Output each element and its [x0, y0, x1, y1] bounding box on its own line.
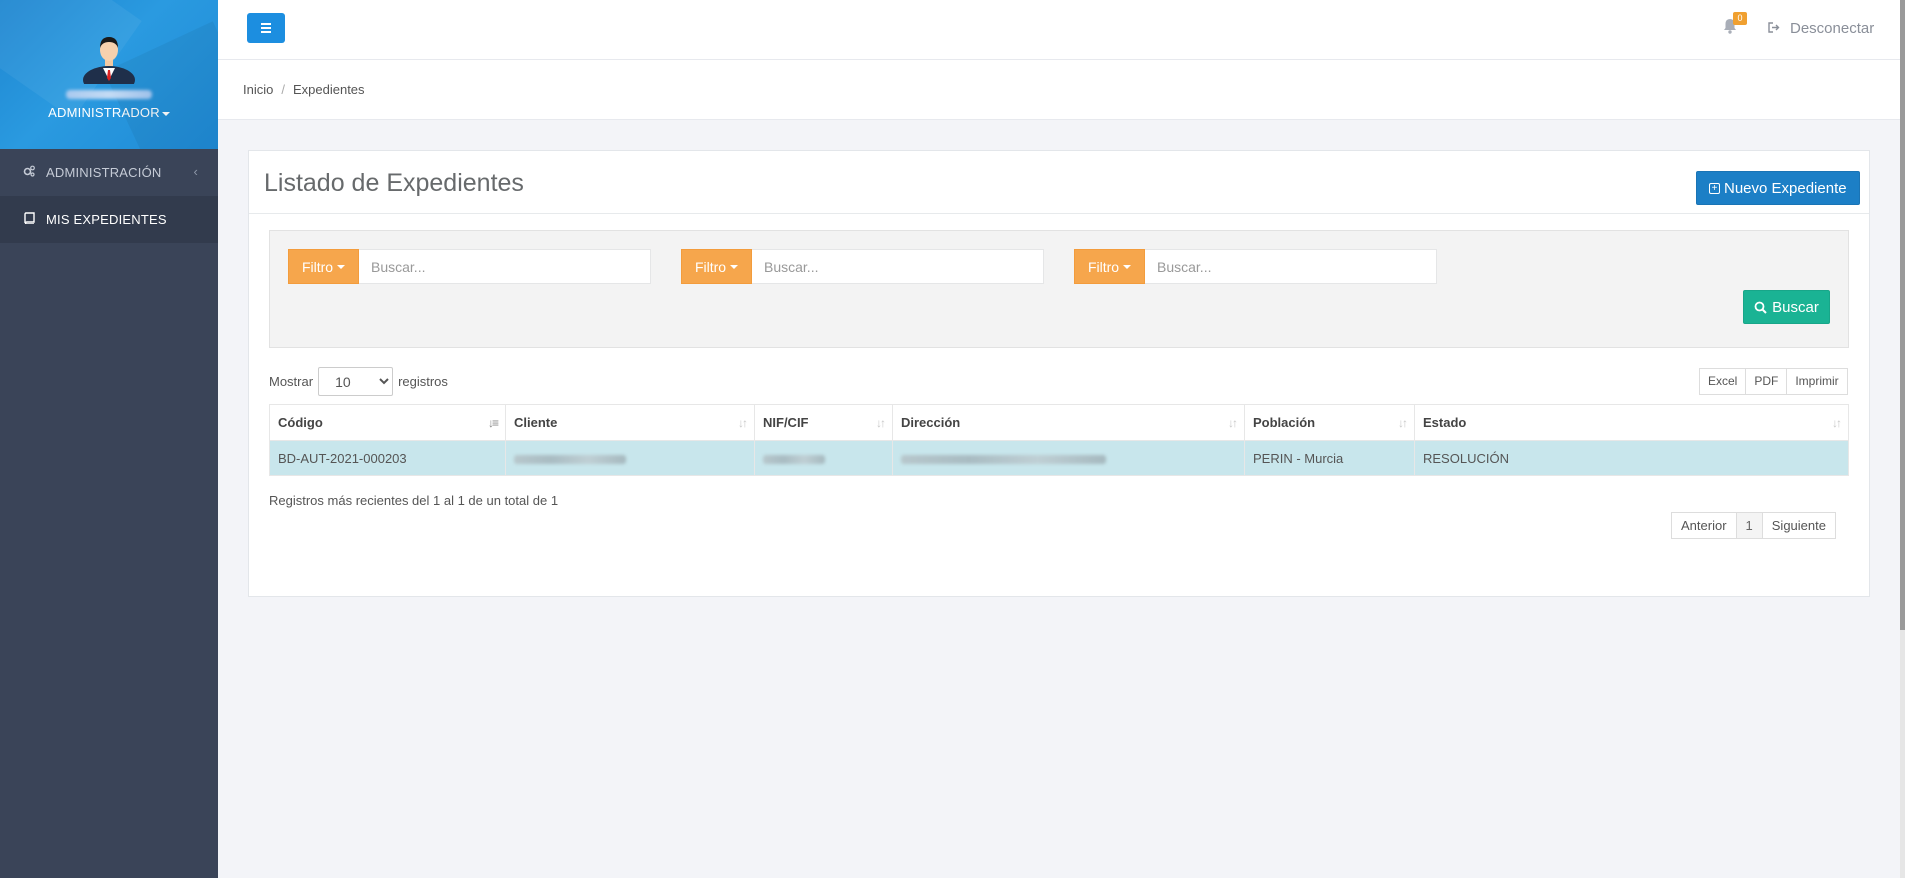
table-header-row: Código ↓≡ Cliente ↓↑ NIF/CIF ↓↑ Dirección ↓↑… [269, 404, 1849, 441]
sign-out-icon [1768, 21, 1780, 36]
chevron-left-icon: ‹ [193, 164, 198, 179]
filter-dropdown-button[interactable]: Filtro [288, 249, 359, 284]
expedientes-panel: Listado de Expedientes + Nuevo Expedient… [248, 150, 1870, 597]
filter-group-2: Filtro [681, 249, 1044, 284]
cell-cliente-redacted [505, 440, 755, 476]
profile-panel: ADMINISTRADOR [0, 0, 218, 149]
pagination: Anterior 1 Siguiente [1671, 512, 1836, 539]
sort-desc-icon: ↓≡ [487, 416, 499, 430]
table-row[interactable]: BD-AUT-2021-000203 PERIN - Murcia RESOLU… [269, 440, 1849, 476]
new-expediente-button[interactable]: + Nuevo Expediente [1696, 171, 1860, 205]
sidebar-item-mis-expedientes[interactable]: MIS EXPEDIENTES [0, 196, 218, 243]
sidebar-item-administracion[interactable]: ADMINISTRACIÓN ‹ [0, 149, 218, 196]
sort-icon: ↓↑ [1398, 416, 1408, 430]
filter-panel: Filtro Filtro Filtro Buscar [269, 230, 1849, 348]
username-redacted [66, 90, 152, 99]
search-input[interactable] [1145, 249, 1437, 284]
caret-down-icon [337, 264, 346, 269]
logout-label: Desconectar [1790, 20, 1875, 37]
sort-icon: ↓↑ [1228, 416, 1238, 430]
filter-group-1: Filtro [288, 249, 651, 284]
filter-dropdown-button[interactable]: Filtro [1074, 249, 1145, 284]
book-icon [22, 212, 36, 227]
sort-icon: ↓↑ [1832, 416, 1842, 430]
cell-nif-redacted [754, 440, 893, 476]
breadcrumb: Inicio / Expedientes [243, 82, 365, 97]
page-scrollbar[interactable] [1900, 0, 1905, 878]
new-expediente-label: Nuevo Expediente [1724, 179, 1847, 197]
breadcrumb-home-link[interactable]: Inicio [243, 82, 273, 97]
avatar[interactable] [81, 28, 137, 94]
cell-codigo: BD-AUT-2021-000203 [269, 440, 506, 476]
caret-down-icon [730, 264, 739, 269]
cogs-icon [22, 165, 36, 180]
notification-badge: 0 [1733, 12, 1747, 25]
column-header-direccion[interactable]: Dirección ↓↑ [892, 404, 1245, 441]
filter-group-3: Filtro [1074, 249, 1437, 284]
caret-down-icon [1123, 264, 1132, 269]
expedientes-table: Código ↓≡ Cliente ↓↑ NIF/CIF ↓↑ Dirección ↓↑… [269, 404, 1849, 476]
sidebar: ADMINISTRADOR ADMINISTRACIÓN ‹ MIS EXPED… [0, 0, 218, 878]
pagination-page-button[interactable]: 1 [1735, 512, 1763, 539]
top-bar: 0 Desconectar [218, 0, 1905, 60]
plus-square-icon: + [1709, 182, 1720, 194]
export-buttons: Excel PDF Imprimir [1699, 368, 1848, 395]
pagination-next-button[interactable]: Siguiente [1761, 512, 1836, 539]
column-header-cliente[interactable]: Cliente ↓↑ [505, 404, 755, 441]
sort-icon: ↓↑ [738, 416, 748, 430]
sidebar-item-label: ADMINISTRACIÓN [46, 165, 162, 180]
export-excel-button[interactable]: Excel [1699, 368, 1747, 395]
cell-estado: RESOLUCIÓN [1414, 440, 1849, 476]
search-icon [1754, 301, 1767, 314]
print-button[interactable]: Imprimir [1786, 368, 1848, 395]
search-button-label: Buscar [1772, 298, 1819, 316]
sort-icon: ↓↑ [876, 416, 886, 430]
page-length-control: Mostrar 10 registros [269, 367, 448, 396]
logout-link[interactable]: Desconectar [1768, 20, 1874, 37]
search-input[interactable] [359, 249, 651, 284]
export-pdf-button[interactable]: PDF [1745, 368, 1788, 395]
column-header-poblacion[interactable]: Población ↓↑ [1244, 404, 1415, 441]
column-header-codigo[interactable]: Código ↓≡ [269, 404, 506, 441]
breadcrumb-current: Expedientes [292, 82, 365, 97]
filter-dropdown-button[interactable]: Filtro [681, 249, 752, 284]
search-input[interactable] [752, 249, 1044, 284]
menu-toggle-button[interactable] [247, 13, 285, 43]
length-suffix: registros [398, 374, 448, 389]
column-header-nif[interactable]: NIF/CIF ↓↑ [754, 404, 893, 441]
page-title: Listado de Expedientes [264, 169, 524, 197]
breadcrumb-bar: Inicio / Expedientes [218, 60, 1905, 120]
sidebar-item-label: MIS EXPEDIENTES [46, 212, 167, 227]
page-length-select[interactable]: 10 [318, 367, 394, 396]
cell-direccion-redacted [892, 440, 1245, 476]
table-info: Registros más recientes del 1 al 1 de un… [269, 493, 559, 508]
column-header-estado[interactable]: Estado ↓↑ [1414, 404, 1849, 441]
length-prefix: Mostrar [269, 374, 314, 389]
search-button[interactable]: Buscar [1743, 290, 1830, 324]
pagination-previous-button[interactable]: Anterior [1671, 512, 1737, 539]
cell-poblacion: PERIN - Murcia [1244, 440, 1415, 476]
